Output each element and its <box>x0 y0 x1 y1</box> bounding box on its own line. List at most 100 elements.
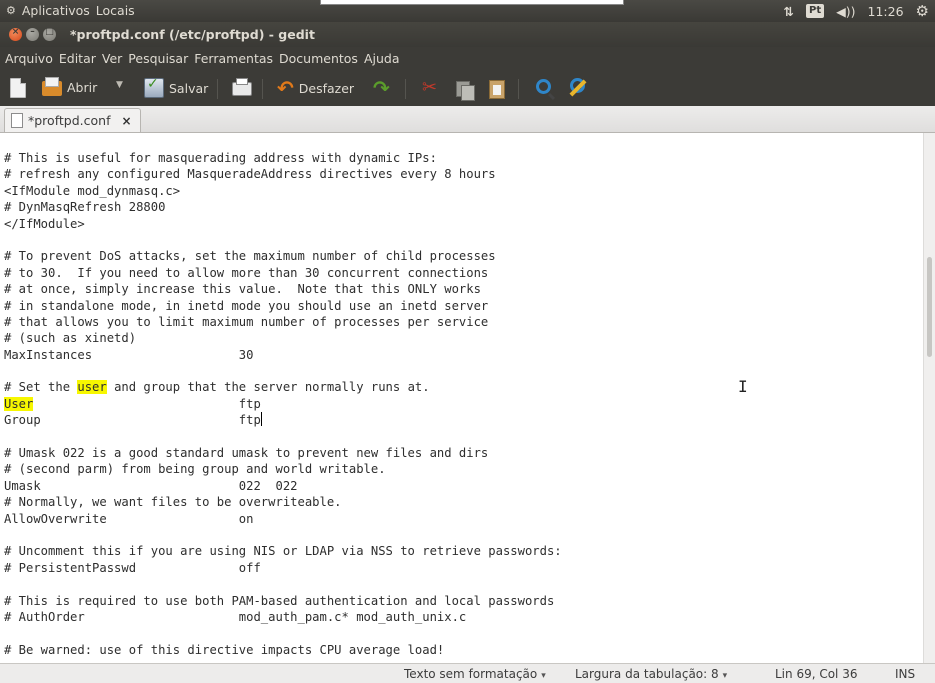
tab-bar: *proftpd.conf × <box>0 106 935 133</box>
minimize-window-button[interactable]: – <box>26 27 39 41</box>
save-button[interactable]: Salvar <box>144 76 209 98</box>
find-replace-icon <box>570 78 585 93</box>
code-line: # refresh any configured MasqueradeAddre… <box>4 167 496 182</box>
menu-bar: Arquivo Editar Ver Pesquisar Ferramentas… <box>0 47 935 70</box>
menu-edit[interactable]: Editar <box>59 51 96 66</box>
open-button-label: Abrir <box>67 79 98 95</box>
search-highlight: User <box>4 396 34 411</box>
code-line: AllowOverwrite on <box>4 511 254 526</box>
top-panel: ⚙ Aplicativos Locais ⇅ Pt ◀)) 11:26 ⚙ <box>0 0 935 22</box>
volume-icon[interactable]: ◀)) <box>836 4 855 19</box>
menu-file[interactable]: Arquivo <box>5 51 53 66</box>
menu-documents[interactable]: Documentos <box>279 51 358 66</box>
code-line: # DynMasqRefresh 28800 <box>4 200 166 215</box>
dropdown-arrow-icon: ▾ <box>722 671 728 681</box>
close-icon: × <box>11 27 20 37</box>
scissors-icon: ✂ <box>422 77 438 98</box>
new-button[interactable] <box>10 78 26 98</box>
toolbar: Abrir ▼ Salvar ↶ Desfazer ↷ ✂ <box>0 70 935 106</box>
tab-width-label: Largura da tabulação: 8 <box>575 667 719 681</box>
code-line: User ftp <box>4 396 261 411</box>
code-line: # Umask 022 is a good standard umask to … <box>4 446 489 461</box>
toolbar-separator <box>217 79 218 99</box>
vertical-scrollbar[interactable] <box>923 133 935 663</box>
popup-fragment <box>320 0 624 5</box>
search-highlight: user <box>77 380 107 395</box>
code-line: # in standalone mode, in inetd mode you … <box>4 298 489 313</box>
code-area[interactable]: # This is useful for masquerading addres… <box>4 150 562 658</box>
scrollbar-thumb[interactable] <box>927 257 932 357</box>
redo-button[interactable]: ↷ <box>373 78 390 98</box>
print-button[interactable] <box>232 78 252 96</box>
keyboard-layout-indicator[interactable]: Pt <box>806 4 825 18</box>
menu-search[interactable]: Pesquisar <box>128 51 188 66</box>
text-document-icon <box>11 113 23 128</box>
status-bar: Texto sem formatação ▾ Largura da tabulaç… <box>0 663 935 683</box>
minimize-icon: – <box>30 27 35 37</box>
toolbar-separator <box>262 79 263 99</box>
code-line: # PersistentPasswd off <box>4 560 261 575</box>
menu-help[interactable]: Ajuda <box>364 51 400 66</box>
code-line: # Uncomment this if you are using NIS or… <box>4 544 562 559</box>
maximize-window-button[interactable]: □ <box>43 27 56 41</box>
code-line: # at once, simply increase this value. N… <box>4 282 481 297</box>
maximize-icon: □ <box>45 27 54 37</box>
open-recent-dropdown[interactable]: ▼ <box>116 80 123 90</box>
cursor-position: Lin 69, Col 36 <box>775 667 858 681</box>
print-icon <box>232 78 252 96</box>
code-line: # AuthOrder mod_auth_pam.c* mod_auth_uni… <box>4 609 467 624</box>
code-line: # This is required to use both PAM-based… <box>4 593 555 608</box>
code-line: Umask 022 022 <box>4 478 298 493</box>
syntax-selector[interactable]: Texto sem formatação ▾ <box>404 667 546 681</box>
copy-button[interactable] <box>456 78 475 101</box>
window-title: *proftpd.conf (/etc/proftpd) - gedit <box>70 27 315 42</box>
undo-icon: ↶ <box>277 76 294 100</box>
find-replace-button[interactable] <box>570 78 585 93</box>
redo-icon: ↷ <box>373 76 390 100</box>
tab-close-icon[interactable]: × <box>121 114 131 128</box>
code-line: # (such as xinetd) <box>4 331 137 346</box>
code-line: # that allows you to limit maximum numbe… <box>4 314 489 329</box>
settings-gear-icon[interactable]: ⚙ <box>916 2 929 20</box>
menu-view[interactable]: Ver <box>102 51 122 66</box>
applications-menu[interactable]: Aplicativos <box>22 3 90 18</box>
magnifier-icon <box>536 79 551 94</box>
undo-button[interactable]: ↶ Desfazer <box>277 78 354 98</box>
insert-mode-indicator: INS <box>895 667 916 681</box>
cut-button[interactable]: ✂ <box>422 78 437 98</box>
network-transfer-icon[interactable]: ⇅ <box>784 4 794 19</box>
window-title-bar[interactable]: × – □ *proftpd.conf (/etc/proftpd) - ged… <box>0 22 935 47</box>
copy-icon <box>456 81 475 101</box>
open-folder-icon <box>42 77 62 96</box>
tab-width-selector[interactable]: Largura da tabulação: 8 ▾ <box>575 667 727 681</box>
document-tab[interactable]: *proftpd.conf × <box>4 108 141 132</box>
code-line: <IfModule mod_dynmasq.c> <box>4 183 181 198</box>
code-line: # (second parm) from being group and wor… <box>4 462 386 477</box>
code-line: # This is useful for masquerading addres… <box>4 151 437 165</box>
text-editor[interactable]: # This is useful for masquerading addres… <box>0 133 923 663</box>
text-caret <box>260 412 262 427</box>
toolbar-separator <box>518 79 519 99</box>
paste-button[interactable] <box>489 78 505 99</box>
code-line: # to 30. If you need to allow more than … <box>4 265 489 280</box>
find-button[interactable] <box>535 78 552 95</box>
menu-tools[interactable]: Ferramentas <box>194 51 273 66</box>
code-line: # Set the user and group that the server… <box>4 380 430 395</box>
new-document-icon <box>10 78 26 98</box>
open-button[interactable]: Abrir <box>42 77 98 96</box>
save-button-label: Salvar <box>169 80 209 96</box>
mouse-ibeam-cursor-icon: I <box>738 377 748 396</box>
toolbar-separator <box>405 79 406 99</box>
syntax-label: Texto sem formatação <box>404 667 538 681</box>
close-window-button[interactable]: × <box>9 27 22 41</box>
clock[interactable]: 11:26 <box>868 4 904 19</box>
dropdown-arrow-icon: ▼ <box>116 80 123 90</box>
places-menu[interactable]: Locais <box>96 3 135 18</box>
ubuntu-logo-icon[interactable]: ⚙ <box>6 4 16 17</box>
tab-label: *proftpd.conf <box>28 113 111 128</box>
code-line: # Be warned: use of this directive impac… <box>4 642 445 657</box>
code-line: MaxInstances 30 <box>4 347 254 362</box>
